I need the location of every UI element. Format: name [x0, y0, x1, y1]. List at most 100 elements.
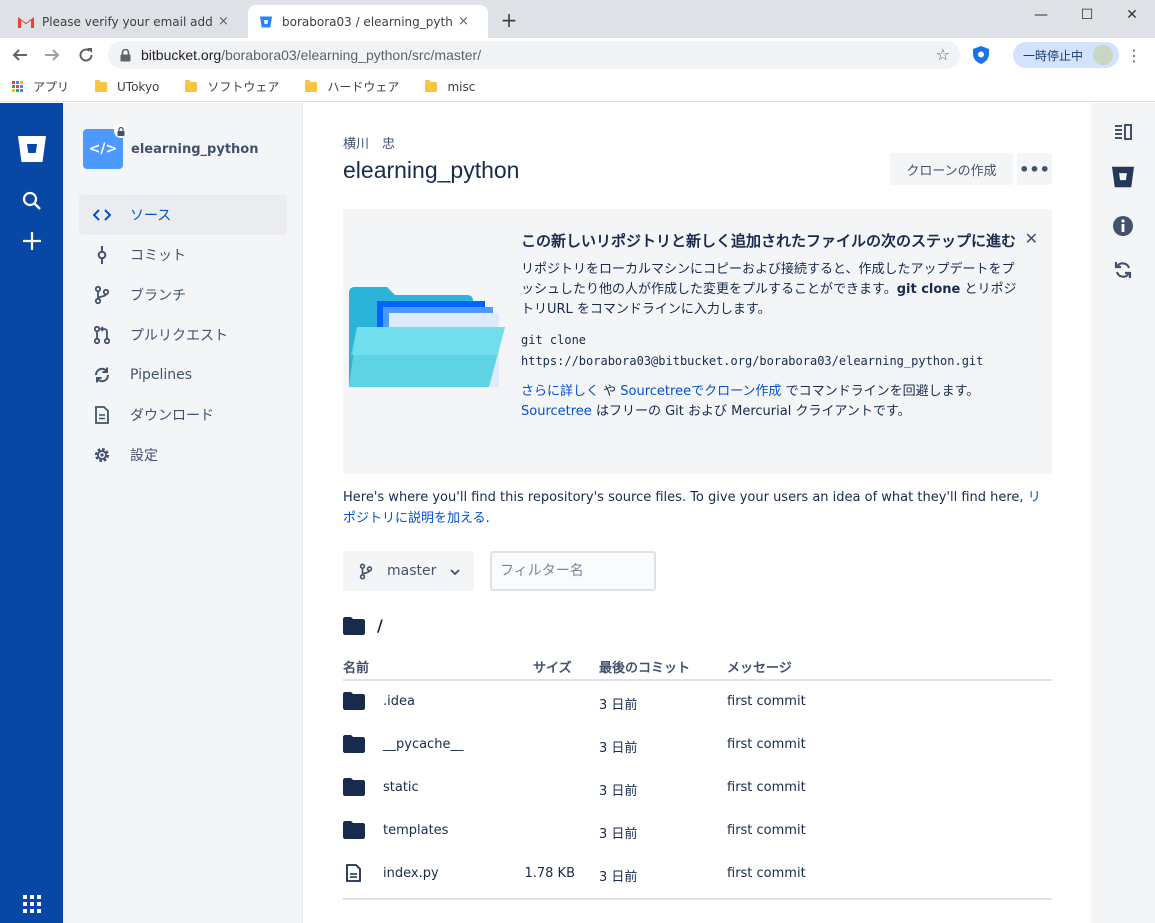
file-name[interactable]: templates — [383, 823, 448, 838]
sidebar-item-downloads[interactable]: ダウンロード — [79, 395, 287, 435]
clone-command[interactable]: git clone https://borabora03@bitbucket.o… — [521, 330, 1021, 372]
toggle-sidebar-icon[interactable] — [1091, 124, 1155, 140]
new-tab-button[interactable]: + — [498, 8, 520, 32]
clone-command-url: https://borabora03@bitbucket.org/borabor… — [521, 354, 984, 368]
table-row[interactable]: index.py 1.78 KB 3 日前 first commit — [343, 853, 1052, 896]
file-name[interactable]: index.py — [383, 866, 439, 881]
url-host: bitbucket.org — [141, 47, 222, 63]
path-root[interactable]: / — [377, 616, 383, 635]
bitbucket-repo-icon[interactable] — [1091, 166, 1155, 188]
sidebar-item-label: ダウンロード — [130, 408, 214, 424]
folder-icon — [343, 821, 365, 839]
filter-input[interactable] — [490, 551, 656, 591]
folder-icon — [343, 735, 365, 753]
bookmark-software[interactable]: ソフトウェア — [185, 78, 279, 95]
file-message: first commit — [727, 694, 806, 709]
maximize-button[interactable]: ☐ — [1064, 0, 1110, 30]
onboarding-title: この新しいリポジトリと新しく追加されたファイルの次のステップに進む — [521, 232, 1017, 250]
sidebar-item-label: 設定 — [130, 448, 158, 464]
bookmark-star-icon[interactable]: ☆ — [936, 45, 950, 64]
onboarding-panel: この新しいリポジトリと新しく追加されたファイルの次のステップに進む リポジトリを… — [343, 209, 1052, 474]
close-onboarding-icon[interactable]: ✕ — [1025, 229, 1038, 248]
bookmark-utokyo[interactable]: UTokyo — [95, 79, 159, 94]
table-row[interactable]: static 3 日前 first commit — [343, 767, 1052, 810]
close-window-button[interactable]: ✕ — [1109, 0, 1155, 30]
repo-description: Here's where you'll find this repository… — [343, 487, 1053, 529]
file-message: first commit — [727, 780, 806, 795]
onboarding-body: リポジトリをローカルマシンにコピーおよび接続すると、作成したアップデートをプッシ… — [521, 260, 1021, 320]
file-message: first commit — [727, 823, 806, 838]
header-name[interactable]: 名前 — [343, 657, 369, 676]
refresh-sync-icon[interactable] — [1091, 260, 1155, 280]
pause-label: 一時停止中 — [1023, 48, 1084, 63]
sidebar-item-label: ブランチ — [130, 288, 186, 304]
info-icon[interactable] — [1091, 215, 1155, 237]
sidebar-item-source[interactable]: ソース — [79, 195, 287, 235]
tab-close-icon[interactable]: × — [218, 14, 229, 29]
create-plus-icon[interactable] — [0, 231, 63, 251]
table-row[interactable]: .idea 3 日前 first commit — [343, 681, 1052, 724]
address-bar[interactable]: bitbucket.org/borabora03/elearning_pytho… — [108, 41, 960, 69]
table-row[interactable]: templates 3 日前 first commit — [343, 810, 1052, 853]
header-message[interactable]: メッセージ — [727, 657, 792, 676]
bitbucket-logo-icon[interactable] — [0, 135, 63, 163]
page-title: elearning_python — [343, 157, 520, 183]
header-last-commit[interactable]: 最後のコミット — [599, 657, 690, 676]
file-name[interactable]: .idea — [383, 694, 415, 709]
tab-close-icon[interactable]: × — [458, 14, 469, 29]
reload-button[interactable] — [74, 43, 98, 67]
profile-pause-button[interactable]: 一時停止中 — [1013, 42, 1119, 68]
branch-selector[interactable]: master — [343, 551, 474, 591]
extension-shield-icon[interactable] — [973, 46, 989, 68]
tab-title: Please verify your email address — [42, 14, 212, 29]
search-icon[interactable] — [0, 191, 63, 211]
browser-menu-icon[interactable]: ⋮ — [1126, 46, 1142, 65]
current-path: / — [343, 616, 383, 635]
file-name[interactable]: __pycache__ — [383, 737, 463, 752]
pull-request-icon — [93, 326, 111, 344]
bookmark-label: ハードウェア — [327, 80, 400, 94]
sourcetree-clone-link[interactable]: Sourcetreeでクローン作成 — [620, 384, 781, 399]
tab-bitbucket[interactable]: borabora03 / elearning_python — × — [248, 5, 488, 38]
bookmark-misc[interactable]: misc — [425, 79, 475, 94]
breadcrumb-owner[interactable]: 横川 忠 — [343, 133, 395, 152]
file-last-commit: 3 日前 — [599, 741, 638, 756]
file-last-commit: 3 日前 — [599, 698, 638, 713]
right-rail — [1091, 103, 1155, 923]
global-nav — [0, 103, 63, 923]
folder-icon — [343, 616, 365, 635]
bookmark-hardware[interactable]: ハードウェア — [305, 78, 399, 95]
file-last-commit: 3 日前 — [599, 784, 638, 799]
folder-icon — [95, 79, 108, 92]
sidebar-item-label: プルリクエスト — [130, 328, 228, 344]
sidebar-item-commits[interactable]: コミット — [79, 235, 287, 275]
sidebar-item-pull-requests[interactable]: プルリクエスト — [79, 315, 287, 355]
clone-command-line-1: git clone — [521, 333, 587, 347]
folder-icon — [425, 79, 438, 92]
folder-icon — [305, 79, 318, 92]
sidebar-item-branches[interactable]: ブランチ — [79, 275, 287, 315]
bitbucket-favicon-icon — [258, 14, 274, 30]
table-row[interactable]: __pycache__ 3 日前 first commit — [343, 724, 1052, 767]
file-name[interactable]: static — [383, 780, 419, 795]
clone-button[interactable]: クローンの作成 — [890, 153, 1013, 185]
minimize-button[interactable]: — — [1018, 0, 1064, 30]
sidebar-item-pipelines[interactable]: Pipelines — [79, 355, 287, 395]
repo-header[interactable]: </> elearning_python — [83, 124, 258, 169]
learn-more-link[interactable]: さらに詳しく — [521, 384, 599, 399]
folder-illustration — [347, 283, 507, 399]
sourcetree-link[interactable]: Sourcetree — [521, 404, 592, 419]
download-icon — [93, 406, 111, 424]
sidebar-item-settings[interactable]: 設定 — [79, 435, 287, 475]
more-actions-button[interactable]: ••• — [1017, 153, 1052, 185]
forward-button[interactable] — [40, 43, 64, 67]
bookmark-apps[interactable]: アプリ — [12, 78, 69, 95]
pipelines-icon — [93, 366, 111, 384]
tab-gmail[interactable]: Please verify your email address × — [8, 5, 244, 38]
header-size[interactable]: サイズ — [533, 657, 572, 676]
private-lock-icon — [114, 124, 128, 138]
back-button[interactable] — [8, 43, 32, 67]
folder-icon — [343, 778, 365, 796]
forward-arrow-icon — [45, 49, 60, 61]
app-switcher-icon[interactable] — [0, 895, 63, 913]
